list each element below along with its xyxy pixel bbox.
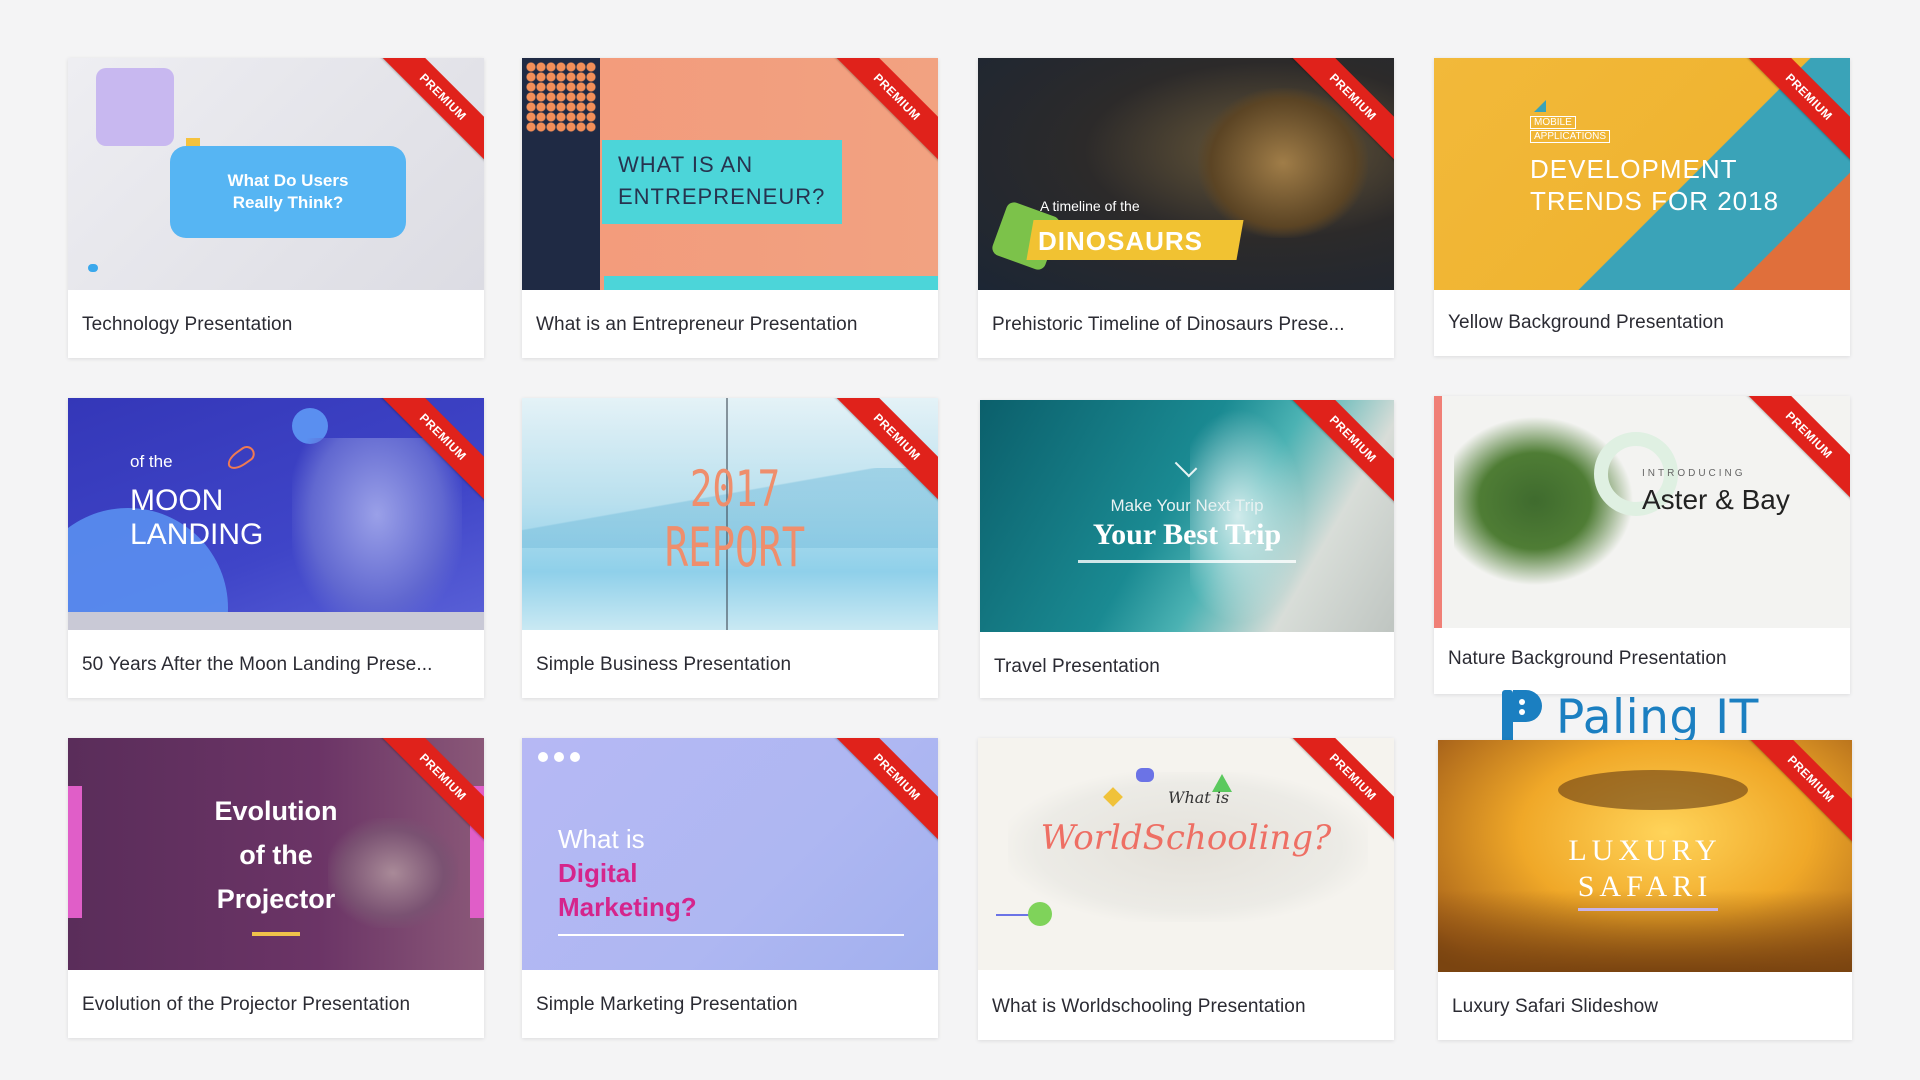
card-title: Simple Marketing Presentation — [536, 994, 798, 1015]
astronaut-image — [292, 438, 462, 630]
thumb-heading-line2: of the — [239, 840, 313, 870]
thumb-heading-line3: Marketing? — [558, 892, 697, 922]
thumb-heading-line2: ENTREPRENEUR? — [618, 184, 826, 209]
thumb-heading: Aster & Bay — [1642, 484, 1790, 515]
template-card-yellow[interactable]: MOBILE APPLICATIONS DEVELOPMENT TRENDS F… — [1434, 58, 1850, 356]
decor-underline — [252, 932, 300, 936]
template-card-simple-business[interactable]: 2017 REPORT PREMIUM Simple Business Pres… — [522, 398, 938, 698]
decor-arrow — [996, 914, 1032, 916]
thumb-subheading: INTRODUCING — [1642, 468, 1746, 479]
decor-side-bar — [1434, 396, 1442, 628]
card-title: Yellow Background Presentation — [1448, 312, 1724, 333]
template-card-travel[interactable]: Make Your Next Trip Your Best Trip PREMI… — [980, 400, 1394, 698]
thumb-tag-line1: MOBILE — [1530, 116, 1576, 129]
card-title: Evolution of the Projector Presentation — [82, 994, 411, 1015]
decor-line — [1078, 560, 1296, 563]
thumb-heading: Your Best Trip — [1092, 518, 1282, 551]
thumb-heading: WorldSchooling? — [1040, 818, 1332, 858]
window-dot-3 — [570, 752, 580, 762]
brand-name: Paling IT — [1556, 689, 1759, 745]
tree-silhouette-image — [1558, 770, 1748, 810]
thumb-heading-line2: SAFARI — [1577, 870, 1713, 903]
template-card-safari[interactable]: LUXURY SAFARI PREMIUM Luxury Safari Slid… — [1438, 740, 1852, 1040]
decor-triangle — [1534, 100, 1546, 112]
thumb-subheading: What is — [1168, 788, 1230, 807]
thumb-subheading: of the — [130, 452, 173, 471]
card-title: Technology Presentation — [82, 314, 293, 335]
card-title: What is Worldschooling Presentation — [992, 996, 1306, 1017]
template-card-worldschooling[interactable]: What is WorldSchooling? PREMIUM What is … — [978, 738, 1394, 1040]
template-card-entrepreneur[interactable]: WHAT IS AN ENTREPRENEUR? PREMIUM What is… — [522, 58, 938, 358]
decor-sun — [1028, 902, 1052, 926]
dinosaur-skull-image — [1198, 88, 1368, 238]
thumb-heading-line2: REPORT — [664, 516, 806, 579]
template-card-technology[interactable]: What Do Users Really Think? PREMIUM Tech… — [68, 58, 484, 358]
thumb-subheading: A timeline of the — [1040, 198, 1140, 214]
card-title: Travel Presentation — [994, 656, 1160, 677]
card-title: Prehistoric Timeline of Dinosaurs Prese.… — [992, 314, 1345, 335]
thumb-heading: DINOSAURS — [1038, 226, 1204, 256]
decor-dot-grid — [526, 62, 596, 132]
thumb-heading-line1: What is — [558, 824, 645, 854]
card-title: What is an Entrepreneur Presentation — [536, 314, 858, 335]
thumb-heading-line2: LANDING — [130, 518, 264, 551]
brand-logo: Paling IT — [1500, 688, 1759, 746]
decor-shape-blue — [1136, 768, 1154, 782]
thumb-heading-line2: Digital — [558, 858, 638, 888]
card-title: Luxury Safari Slideshow — [1452, 996, 1659, 1017]
paling-it-logo-icon — [1502, 690, 1542, 744]
decor-underline — [1578, 908, 1718, 911]
thumb-heading-line1: 2017 — [689, 460, 781, 518]
template-card-dinosaurs[interactable]: A timeline of the DINOSAURS PREMIUM Preh… — [978, 58, 1394, 358]
thumb-heading-line2: TRENDS FOR 2018 — [1530, 186, 1780, 216]
decor-line — [558, 934, 904, 936]
card-title: 50 Years After the Moon Landing Prese... — [82, 654, 433, 675]
thumb-subheading: Make Your Next Trip — [1110, 496, 1264, 515]
thumb-heading-line1: DEVELOPMENT — [1530, 154, 1738, 184]
decor-square — [96, 68, 174, 146]
twitter-icon — [88, 264, 98, 272]
thumb-heading-line1: MOON — [130, 484, 224, 517]
window-dot-2 — [554, 752, 564, 762]
card-title: Nature Background Presentation — [1448, 648, 1727, 669]
rocket-icon — [224, 442, 258, 474]
thumb-tag-line2: APPLICATIONS — [1530, 130, 1611, 143]
thumb-heading-line1: Evolution — [214, 796, 338, 826]
template-card-nature[interactable]: INTRODUCING Aster & Bay PREMIUM Nature B… — [1434, 396, 1850, 694]
moon-surface — [68, 612, 484, 630]
decor-bar — [604, 276, 938, 290]
card-title: Simple Business Presentation — [536, 654, 792, 675]
template-card-projector[interactable]: Evolution of the Projector PREMIUM Evolu… — [68, 738, 484, 1038]
template-card-moon-landing[interactable]: of the MOON LANDING PREMIUM 50 Years Aft… — [68, 398, 484, 698]
window-dot-1 — [538, 752, 548, 762]
template-card-marketing[interactable]: What is Digital Marketing? PREMIUM Simpl… — [522, 738, 938, 1038]
thumb-heading: What Do Users Really Think? — [227, 171, 349, 212]
thumb-heading-line1: WHAT IS AN — [618, 152, 754, 177]
thumb-heading-line1: LUXURY — [1568, 834, 1722, 867]
decor-waves — [1190, 400, 1310, 632]
thumb-heading-line3: Projector — [216, 884, 336, 914]
